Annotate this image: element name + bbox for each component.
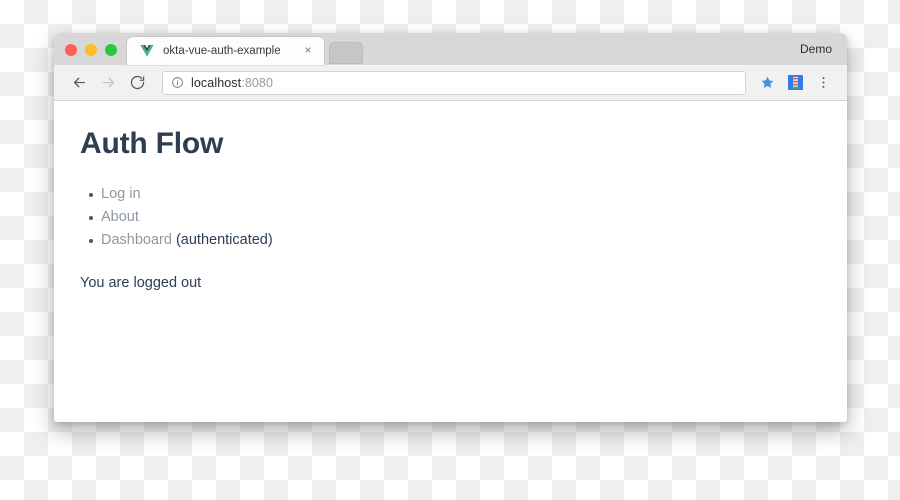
list-item: About (89, 206, 847, 229)
minimize-window-button[interactable] (85, 44, 97, 56)
profile-name-label[interactable]: Demo (800, 42, 847, 65)
back-arrow-icon[interactable] (66, 70, 92, 96)
list-item: Log in (89, 183, 847, 206)
page-title: Auth Flow (80, 127, 224, 160)
tab-strip: okta-vue-auth-example × Demo (54, 33, 847, 65)
zoom-window-button[interactable] (105, 44, 117, 56)
list-item: Dashboard (authenticated) (89, 229, 847, 252)
page-content: Auth Flow Log in About Dashboard (authen… (54, 101, 847, 421)
close-tab-icon[interactable]: × (301, 44, 315, 58)
url-host: localhost (191, 75, 242, 90)
browser-window: okta-vue-auth-example × Demo localhost:8… (54, 33, 847, 422)
reload-icon[interactable] (124, 70, 150, 96)
extension-icon[interactable] (782, 70, 808, 96)
link-dashboard[interactable]: Dashboard (101, 232, 172, 248)
auth-status-text: You are logged out (80, 275, 202, 291)
link-log-in[interactable]: Log in (101, 186, 141, 202)
star-icon[interactable] (754, 70, 780, 96)
info-circle-icon[interactable] (171, 76, 184, 89)
window-controls (54, 44, 127, 65)
three-dot-menu-icon[interactable] (810, 70, 836, 96)
vue-logo-icon (139, 43, 155, 59)
tab-title: okta-vue-auth-example (163, 45, 281, 57)
link-note-authenticated: (authenticated) (171, 232, 273, 248)
url-port: :8080 (241, 75, 274, 90)
new-tab-button[interactable] (329, 42, 363, 64)
forward-arrow-icon (95, 70, 121, 96)
link-about[interactable]: About (101, 209, 139, 225)
nav-link-list: Log in About Dashboard (authenticated) (80, 183, 847, 252)
url-text: localhost:8080 (191, 76, 273, 90)
browser-tab-active[interactable]: okta-vue-auth-example × (127, 37, 324, 65)
address-bar[interactable]: localhost:8080 (162, 70, 746, 95)
browser-toolbar: localhost:8080 (54, 65, 847, 101)
close-window-button[interactable] (65, 44, 77, 56)
